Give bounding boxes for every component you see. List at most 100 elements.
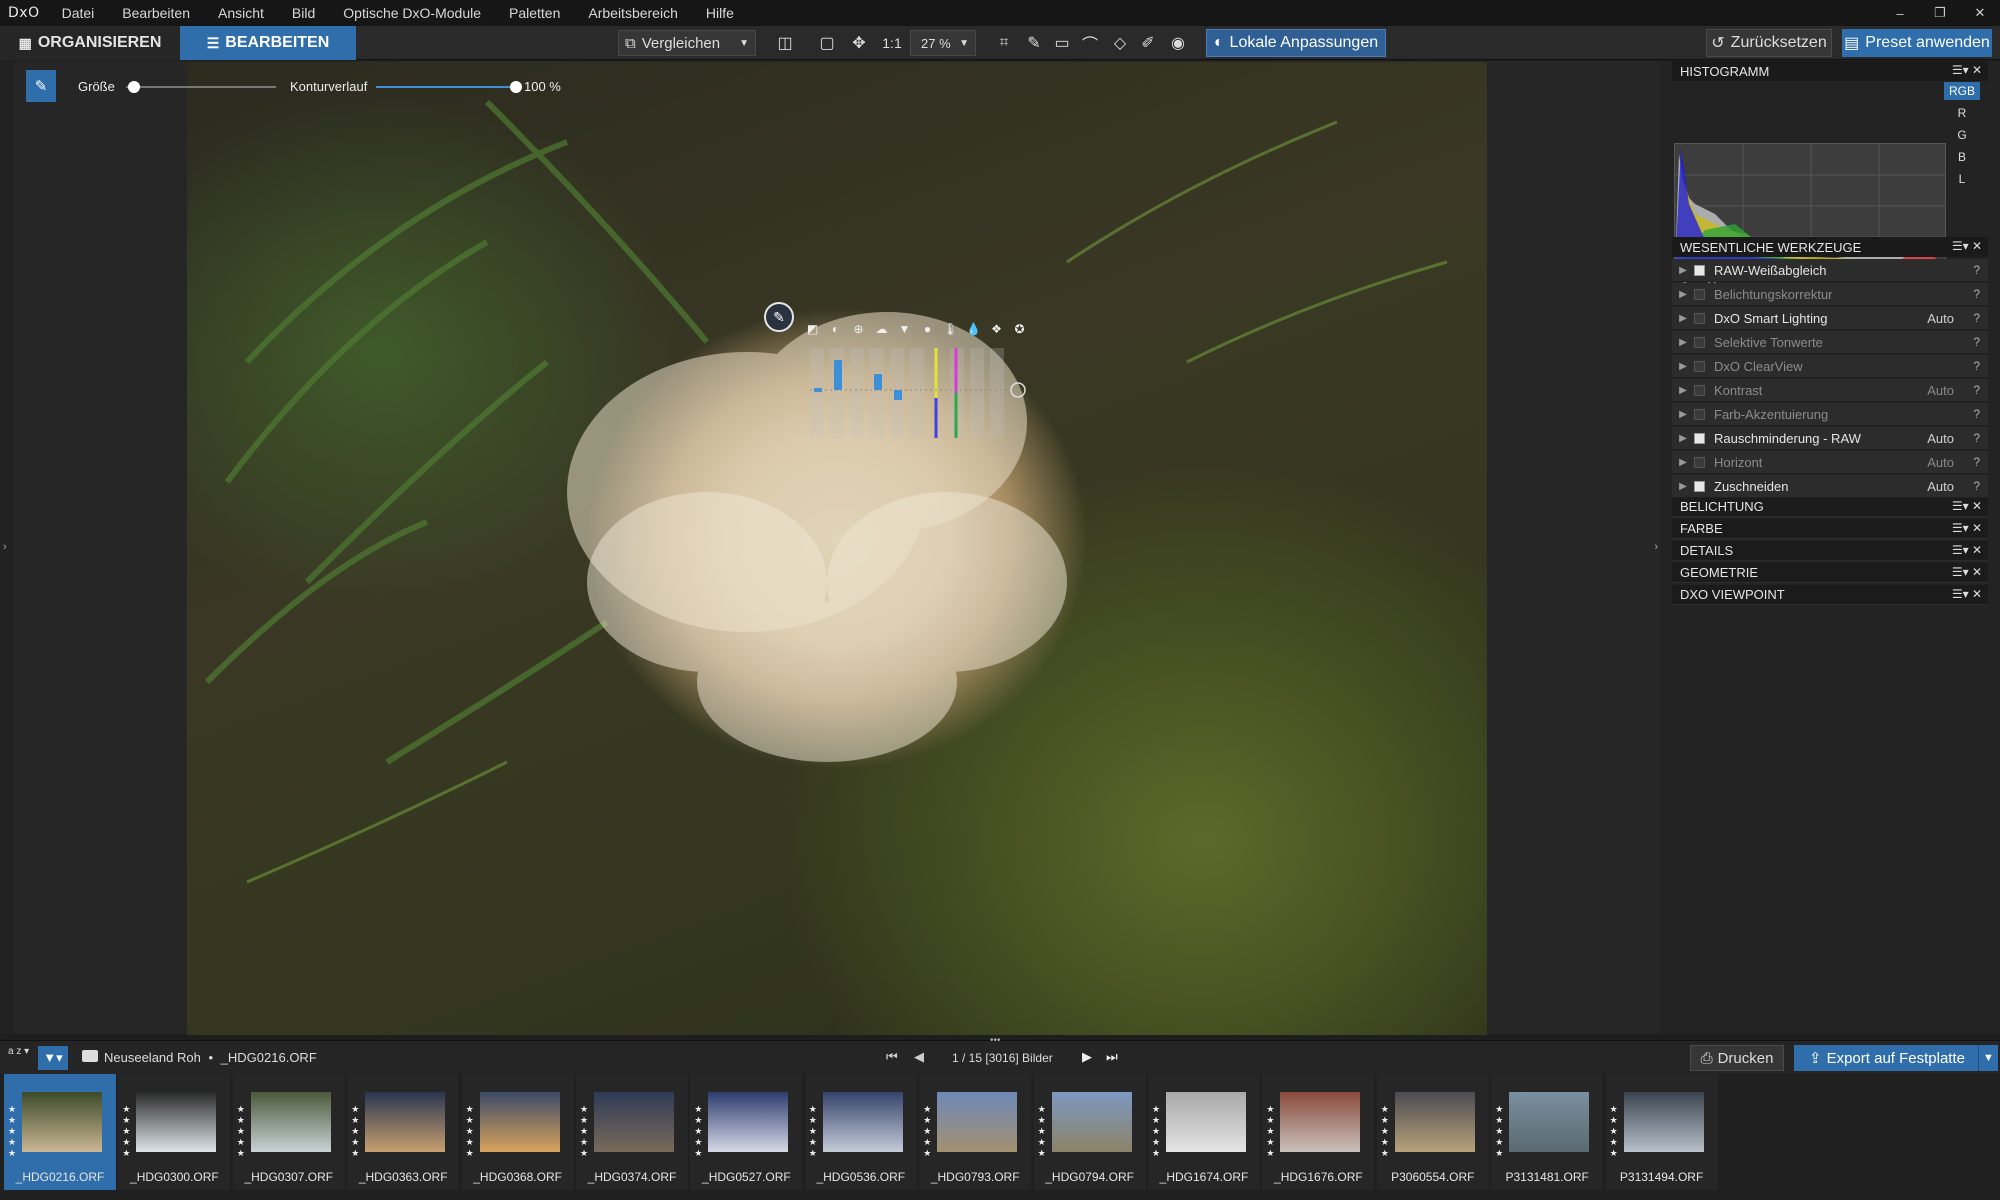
export-button[interactable]: ⇪ Export auf Festplatte [1794,1045,1980,1071]
histogram-channel-g[interactable]: G [1944,126,1980,144]
thumbnail[interactable]: ★ ★ ★ ★ ★ P3060554.ORF [1376,1074,1489,1190]
thumbnail[interactable]: ★ ★ ★ ★ ★ _HDG0793.ORF [919,1074,1032,1190]
thumbnail[interactable]: ★ ★ ★ ★ ★ _HDG0794.ORF [1033,1074,1146,1190]
tool-enable-checkbox[interactable] [1694,336,1705,348]
expand-arrow-icon[interactable]: ▶ [1672,313,1694,324]
help-icon[interactable]: ? [1973,431,1980,445]
essential-tools-header[interactable]: WESENTLICHE WERKZEUGE ☰▾ ✕ [1672,237,1988,257]
histogram-channel-rgb[interactable]: RGB [1944,82,1980,100]
menu-datei[interactable]: Datei [48,5,109,21]
size-slider-knob[interactable] [127,81,140,93]
tool-row[interactable]: ▶ Kontrast Auto? [1672,379,1988,402]
help-icon[interactable]: ? [1973,383,1980,397]
compare-button[interactable]: ⧉ Vergleichen ▼ [618,30,756,56]
thumbnail[interactable]: ★ ★ ★ ★ ★ _HDG0307.ORF [232,1074,345,1190]
panel-menu-close-icon[interactable]: ☰▾ ✕ [1952,63,1982,77]
histogram-channel-b[interactable]: B [1944,148,1980,166]
help-icon[interactable]: ? [1973,335,1980,349]
expand-arrow-icon[interactable]: ▶ [1672,361,1694,372]
tool-enable-checkbox[interactable] [1694,432,1705,444]
section-menu-icon[interactable]: ☰▾ ✕ [1952,543,1982,557]
histogram-channel-r[interactable]: R [1944,104,1980,122]
minimize-button[interactable]: – [1880,6,1920,21]
expand-arrow-icon[interactable]: ▶ [1672,337,1694,348]
tool-enable-checkbox[interactable] [1694,360,1705,372]
thumbnail[interactable]: ★ ★ ★ ★ ★ P3131481.ORF [1491,1074,1604,1190]
breadcrumb-folder[interactable]: Neuseeland Roh [104,1050,201,1065]
noise-icon[interactable]: ❖ [988,320,1005,337]
tool-row[interactable]: ▶ Selektive Tonwerte? [1672,331,1988,354]
move-icon[interactable]: ✥ [844,30,874,56]
rating-stars-icon[interactable]: ★ ★ ★ ★ ★ [1610,1104,1620,1159]
menu-paletten[interactable]: Paletten [495,5,574,21]
tool-enable-checkbox[interactable] [1694,384,1705,396]
local-adjustments-button[interactable]: ◐ Lokale Anpassungen [1206,29,1386,57]
menu-optische-module[interactable]: Optische DxO-Module [329,5,495,21]
help-icon[interactable]: ? [1973,359,1980,373]
rating-stars-icon[interactable]: ★ ★ ★ ★ ★ [809,1104,819,1159]
section-menu-icon[interactable]: ☰▾ ✕ [1952,521,1982,535]
tool-row[interactable]: ▶ Zuschneiden Auto? [1672,475,1988,498]
feather-slider-knob[interactable] [510,81,522,93]
thumbnail[interactable]: ★ ★ ★ ★ ★ _HDG1676.ORF [1262,1074,1375,1190]
rating-stars-icon[interactable]: ★ ★ ★ ★ ★ [1266,1104,1276,1159]
rating-stars-icon[interactable]: ★ ★ ★ ★ ★ [1038,1104,1048,1159]
fit-screen-icon[interactable]: ▢ [812,30,842,56]
thumbnail[interactable]: ★ ★ ★ ★ ★ P3131494.ORF [1605,1074,1718,1190]
resize-handle[interactable]: ••• [990,1035,1001,1046]
rating-stars-icon[interactable]: ★ ★ ★ ★ ★ [8,1104,18,1159]
zoom-100-button[interactable]: 1:1 [876,30,908,56]
expand-arrow-icon[interactable]: ▶ [1672,433,1694,444]
brush-pin-icon[interactable]: ✎ [764,302,794,332]
expand-arrow-icon[interactable]: ▶ [1672,265,1694,276]
reset-button[interactable]: ↺ Zurücksetzen [1706,29,1832,57]
tool-row[interactable]: ▶ Belichtungskorrektur? [1672,283,1988,306]
rating-stars-icon[interactable]: ★ ★ ★ ★ ★ [351,1104,361,1159]
rating-stars-icon[interactable]: ★ ★ ★ ★ ★ [580,1104,590,1159]
expand-arrow-icon[interactable]: ▶ [1672,457,1694,468]
thumbnail[interactable]: ★ ★ ★ ★ ★ _HDG0216.ORF [4,1074,116,1190]
tool-row[interactable]: ▶ Farb-Akzentuierung? [1672,403,1988,426]
thumbnail[interactable]: ★ ★ ★ ★ ★ _HDG0368.ORF [461,1074,574,1190]
help-icon[interactable]: ? [1973,263,1980,277]
apply-preset-button[interactable]: ▤ Preset anwenden [1842,29,1992,57]
rating-stars-icon[interactable]: ★ ★ ★ ★ ★ [1152,1104,1162,1159]
tool-enable-checkbox[interactable] [1694,288,1705,300]
tool-row[interactable]: ▶ Horizont Auto? [1672,451,1988,474]
size-slider[interactable] [126,86,276,88]
help-icon[interactable]: ? [1973,287,1980,301]
filter-button[interactable]: ▼▾ [38,1046,68,1070]
help-icon[interactable]: ? [1973,479,1980,493]
section-farbe[interactable]: FARBE ☰▾ ✕ [1672,519,1988,539]
tool-row[interactable]: ▶ Rauschminderung - RAW Auto? [1672,427,1988,450]
expand-arrow-icon[interactable]: ▶ [1672,289,1694,300]
thumbnail[interactable]: ★ ★ ★ ★ ★ _HDG0536.ORF [804,1074,917,1190]
brush-tool-button[interactable]: ✎ [26,70,56,102]
tab-edit[interactable]: ☰ BEARBEITEN [180,26,356,60]
rating-stars-icon[interactable]: ★ ★ ★ ★ ★ [923,1104,933,1159]
histogram-channel-l[interactable]: L [1944,170,1980,188]
clearview-icon[interactable]: ☁ [873,320,890,337]
eyedropper-icon[interactable]: ✎ [1020,30,1048,56]
next-image-icon[interactable]: ▶ [1082,1049,1092,1065]
thumbnail[interactable]: ★ ★ ★ ★ ★ _HDG0363.ORF [347,1074,460,1190]
exposure-icon[interactable]: ◩ [804,320,821,337]
restore-button[interactable]: ❐ [1920,5,1960,21]
horizon-icon[interactable]: ▭ [1048,30,1076,56]
thumbnail[interactable]: ★ ★ ★ ★ ★ _HDG0374.ORF [576,1074,688,1190]
expand-arrow-icon[interactable]: ▶ [1672,481,1694,492]
section-menu-icon[interactable]: ☰▾ ✕ [1952,587,1982,601]
rating-stars-icon[interactable]: ★ ★ ★ ★ ★ [1495,1104,1505,1159]
shadows-icon[interactable]: ▼ [896,320,913,337]
temperature-icon[interactable]: 🌡 [942,320,959,337]
histogram-header[interactable]: HISTOGRAMM ☰▾ ✕ [1672,61,1988,81]
main-photo[interactable] [187,62,1487,1035]
collapse-right-icon[interactable]: › [1654,541,1658,553]
menu-ansicht[interactable]: Ansicht [204,5,278,21]
section-menu-icon[interactable]: ☰▾ ✕ [1952,565,1982,579]
crop-icon[interactable]: ⌗ [990,30,1018,56]
rating-stars-icon[interactable]: ★ ★ ★ ★ ★ [694,1104,704,1159]
contrast-icon[interactable]: ◐ [827,320,844,337]
section-details[interactable]: DETAILS ☰▾ ✕ [1672,541,1988,561]
menu-hilfe[interactable]: Hilfe [692,5,748,21]
